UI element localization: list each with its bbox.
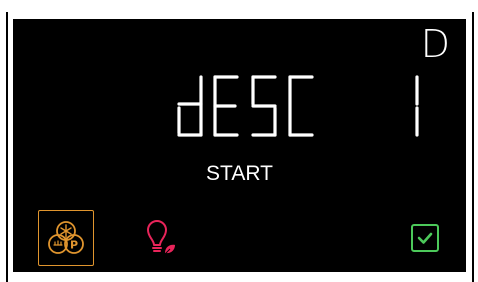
svg-text:P: P [70, 239, 78, 252]
segment-char-s [251, 75, 277, 137]
confirm-button[interactable] [410, 223, 440, 253]
program-button[interactable]: P [38, 210, 94, 266]
segment-digits [177, 75, 419, 137]
control-screen: D START P [13, 19, 466, 272]
program-display [173, 71, 433, 141]
snowflake-p-circles-icon: P [48, 221, 84, 254]
bulb-leaf-icon [147, 220, 175, 256]
segment-char-e [213, 75, 239, 137]
status-label: START [206, 162, 273, 185]
light-button[interactable] [137, 215, 183, 261]
checkbox-check-icon [411, 224, 439, 252]
mode-indicator: D [420, 22, 450, 66]
segment-char-c [288, 75, 314, 137]
segment-char-d [177, 75, 203, 137]
